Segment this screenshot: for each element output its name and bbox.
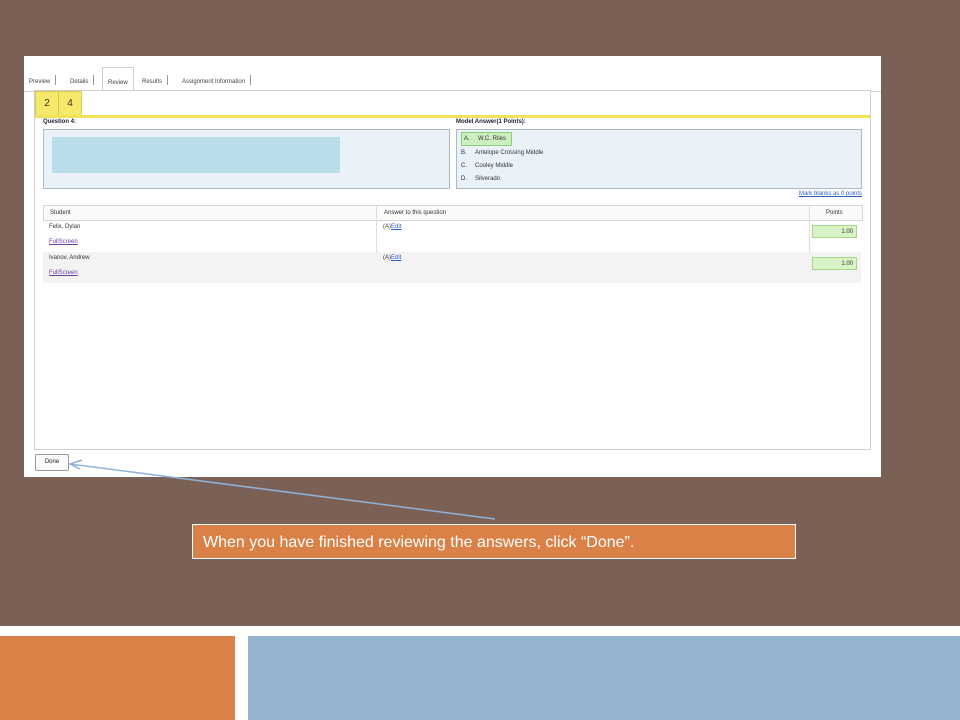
question-text-box [43, 129, 450, 189]
edit-link[interactable]: Edit [391, 255, 401, 261]
option-text: Silverado [475, 176, 501, 182]
header-answer: Answer to this question [384, 210, 447, 216]
table-header: Student Answer to this question Points [43, 205, 863, 221]
header-points: Points [826, 210, 843, 216]
tab-preview[interactable]: Preview [29, 71, 57, 91]
option-text: Antelope Crossing Middle [475, 150, 544, 156]
tab-details[interactable]: Details [70, 71, 95, 91]
footer-blue-block [248, 636, 960, 720]
footer-orange-block [0, 636, 235, 720]
option-text: Cooley Middle [475, 163, 514, 169]
tab-results[interactable]: Results [142, 71, 169, 91]
option-letter: D. [461, 176, 467, 182]
option-letter: A. [464, 136, 470, 142]
question-tab-2[interactable]: 2 [35, 91, 59, 117]
points-field[interactable]: 1.00 [812, 257, 857, 270]
done-button[interactable]: Done [35, 454, 69, 471]
table-row: Ivanov, Andrew FullScreen (A)Edit 1.00 [43, 252, 861, 283]
question-nav-underline [35, 115, 870, 118]
instruction-callout: When you have finished reviewing the ans… [192, 524, 796, 559]
answer-cell: (A)Edit [383, 224, 401, 230]
model-answer-label: Model Answer(1 Points): [456, 119, 526, 125]
question-text-highlight [52, 137, 340, 173]
question-tab-4[interactable]: 4 [58, 91, 82, 117]
fullscreen-link[interactable]: FullScreen [49, 270, 78, 276]
review-panel: 2 4 Question 4: Model Answer(1 Points): … [34, 90, 871, 450]
review-screenshot: Preview Details Review Results Assignmen… [24, 56, 881, 477]
points-field[interactable]: 1.00 [812, 225, 857, 238]
model-answer-option-a: A. W.C. Riles [461, 132, 513, 146]
model-answer-option-b: B. Antelope Crossing Middle [461, 147, 543, 159]
tab-assignment-information[interactable]: Assignment Information [182, 71, 252, 91]
model-answer-box: A. W.C. Riles B. Antelope Crossing Middle … [456, 129, 862, 189]
fullscreen-link[interactable]: FullScreen [49, 239, 78, 245]
header-student: Student [50, 210, 71, 216]
answers-table: Student Answer to this question Points F… [43, 205, 863, 283]
table-row: Felix, Dylan FullScreen (A)Edit 1.00 [43, 221, 861, 252]
student-name: Felix, Dylan [49, 224, 81, 230]
mark-blanks-link[interactable]: Mark blanks as 0 points [799, 191, 862, 197]
tab-bar: Preview Details Review Results Assignmen… [24, 67, 881, 93]
answer-value: (A) [383, 255, 391, 261]
model-answer-option-d: D. Silverado [461, 173, 500, 185]
question-label: Question 4: [43, 119, 77, 125]
student-name: Ivanov, Andrew [49, 255, 90, 261]
model-answer-option-c: C. Cooley Middle [461, 160, 513, 172]
option-letter: B. [461, 150, 467, 156]
answer-value: (A) [383, 224, 391, 230]
answer-cell: (A)Edit [383, 255, 401, 261]
edit-link[interactable]: Edit [391, 224, 401, 230]
option-text: W.C. Riles [478, 136, 507, 142]
option-letter: C. [461, 163, 467, 169]
